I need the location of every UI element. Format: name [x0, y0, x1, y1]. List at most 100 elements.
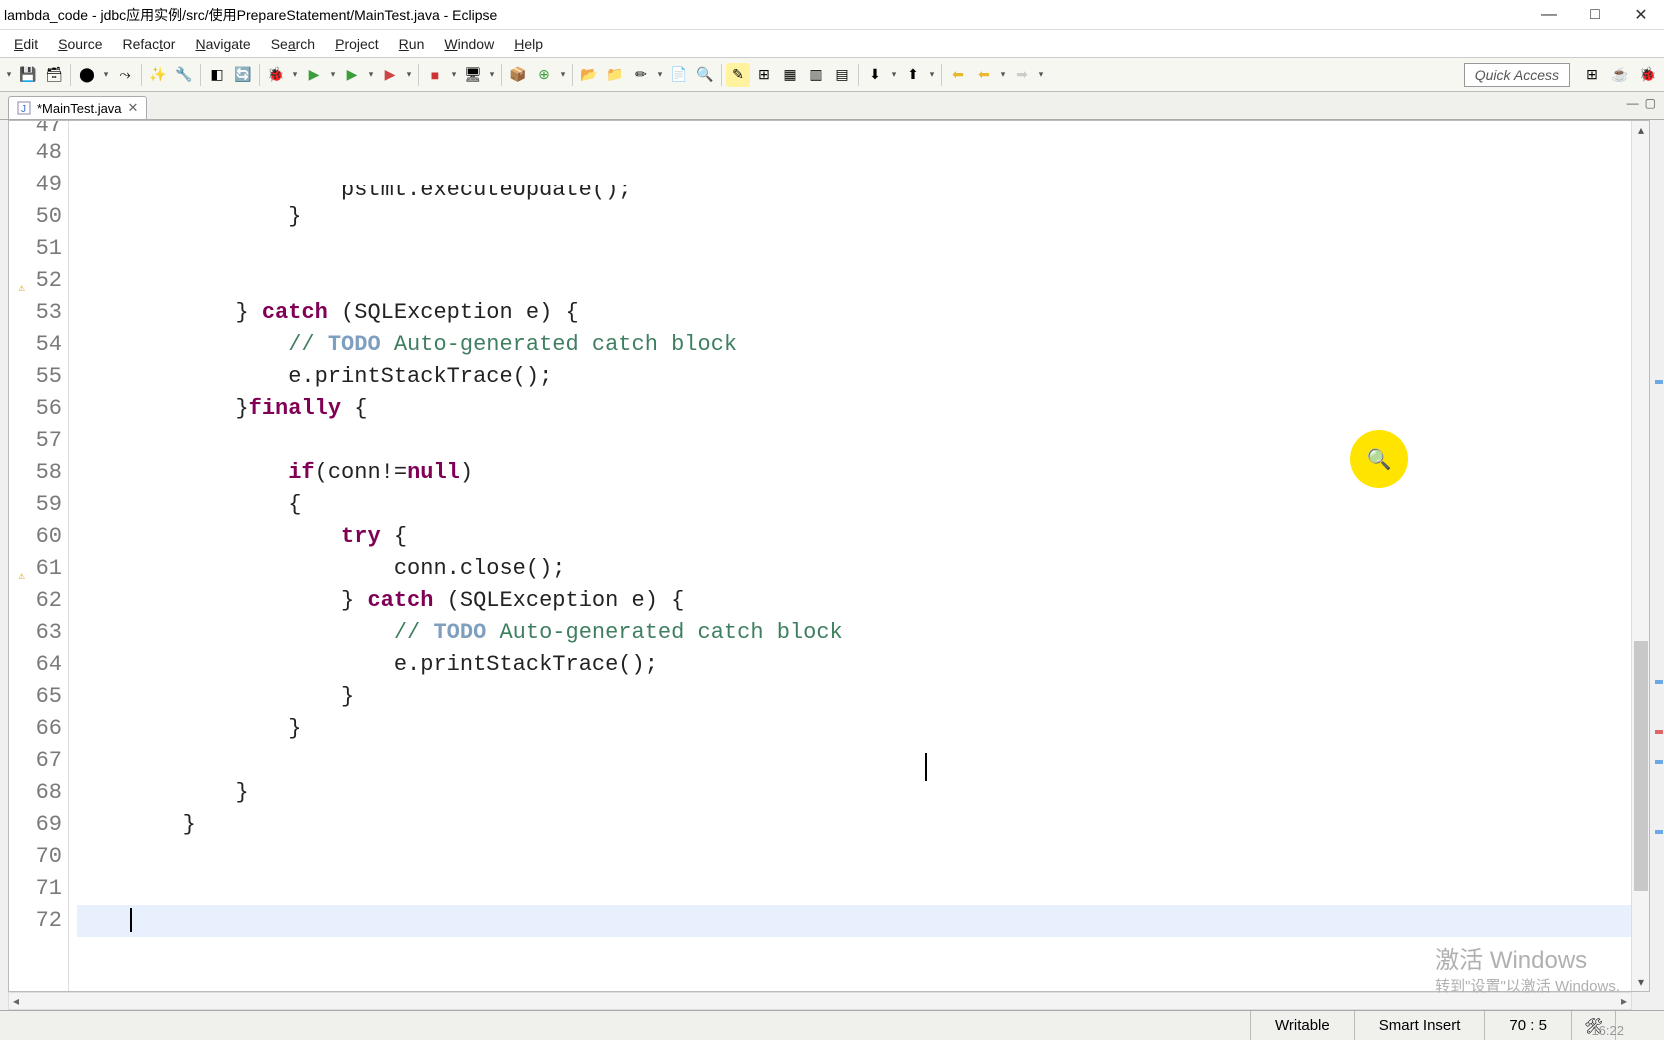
line-number[interactable]: 69: [9, 809, 68, 841]
view-icon[interactable]: ▥: [804, 63, 828, 87]
warning-marker-icon[interactable]: ⚠: [11, 273, 25, 287]
toolbar-dropdown-icon[interactable]: ▾: [487, 69, 497, 80]
code-line[interactable]: } catch (SQLException e) {: [77, 585, 1631, 617]
code-line[interactable]: // TODO Auto-generated catch block: [77, 617, 1631, 649]
highlight-icon[interactable]: ✎: [726, 63, 750, 87]
menu-source[interactable]: Source: [48, 32, 112, 56]
code-line[interactable]: [77, 233, 1631, 265]
toolbar-dropdown-icon[interactable]: ▾: [328, 69, 338, 80]
toolbar-dropdown-icon[interactable]: ▾: [927, 69, 937, 80]
menu-run[interactable]: Run: [389, 32, 435, 56]
line-number[interactable]: 60: [9, 521, 68, 553]
line-number[interactable]: 48: [9, 137, 68, 169]
minimize-button[interactable]: —: [1526, 0, 1572, 30]
line-number[interactable]: 63: [9, 617, 68, 649]
refresh-icon[interactable]: 🔄: [231, 63, 255, 87]
wand-icon[interactable]: ✨: [146, 63, 170, 87]
wand-icon[interactable]: ✏: [629, 63, 653, 87]
open-type-icon[interactable]: 📂: [577, 63, 601, 87]
code-line[interactable]: {: [77, 489, 1631, 521]
line-number[interactable]: 66: [9, 713, 68, 745]
new-package-icon[interactable]: 📦: [506, 63, 530, 87]
line-number[interactable]: 57: [9, 425, 68, 457]
search-icon[interactable]: 🔍: [693, 63, 717, 87]
code-line[interactable]: [77, 841, 1631, 873]
line-number[interactable]: 67: [9, 745, 68, 777]
forward-icon[interactable]: ➡: [1010, 63, 1034, 87]
horizontal-scrollbar[interactable]: ◂ ▸: [8, 992, 1632, 1010]
line-number[interactable]: 61⚠: [9, 553, 68, 585]
code-line[interactable]: pstmt.executeUpdate();: [77, 185, 1631, 201]
menu-help[interactable]: Help: [504, 32, 553, 56]
line-number[interactable]: 53: [9, 297, 68, 329]
line-number[interactable]: 68: [9, 777, 68, 809]
java-perspective-icon[interactable]: ☕: [1608, 63, 1632, 87]
save-all-icon[interactable]: 🗃: [42, 63, 66, 87]
code-line[interactable]: [77, 873, 1631, 905]
line-number[interactable]: 50: [9, 201, 68, 233]
code-line[interactable]: [77, 745, 1631, 777]
menu-window[interactable]: Window: [434, 32, 504, 56]
maximize-view-icon[interactable]: ▢: [1645, 96, 1656, 110]
line-number[interactable]: 62: [9, 585, 68, 617]
toolbar-dropdown-icon[interactable]: ▾: [889, 69, 899, 80]
server-icon[interactable]: 🖥: [461, 63, 485, 87]
build-icon[interactable]: 🔧: [172, 63, 196, 87]
line-number[interactable]: 65: [9, 681, 68, 713]
breakpoint-icon[interactable]: ⬤: [75, 63, 99, 87]
line-number[interactable]: 64: [9, 649, 68, 681]
menu-navigate[interactable]: Navigate: [185, 32, 260, 56]
code-line[interactable]: }finally {: [77, 393, 1631, 425]
line-number[interactable]: 55: [9, 361, 68, 393]
toolbar-dropdown-icon[interactable]: ▾: [101, 69, 111, 80]
toolbar-dropdown-icon[interactable]: ▾: [366, 69, 376, 80]
code-line[interactable]: [77, 937, 1631, 969]
warning-marker-icon[interactable]: ⚠: [11, 561, 25, 575]
outline-icon[interactable]: ⊞: [752, 63, 776, 87]
layout-icon[interactable]: ▤: [830, 63, 854, 87]
debug-perspective-icon[interactable]: 🐞: [1636, 63, 1660, 87]
overview-mark[interactable]: [1655, 680, 1663, 684]
line-number-gutter[interactable]: 474849505152⚠535455565758596061⚠62636465…: [9, 121, 69, 991]
save-icon[interactable]: 💾: [16, 63, 40, 87]
folder-icon[interactable]: 📄: [667, 63, 691, 87]
editor-tab-maintest[interactable]: J *MainTest.java ✕: [8, 96, 147, 119]
stop-icon[interactable]: ■: [423, 63, 447, 87]
editor-icon[interactable]: ▦: [778, 63, 802, 87]
code-line[interactable]: e.printStackTrace();: [77, 649, 1631, 681]
line-number[interactable]: 56: [9, 393, 68, 425]
line-number[interactable]: 54: [9, 329, 68, 361]
toolbar-dropdown-icon[interactable]: ▾: [998, 69, 1008, 80]
close-button[interactable]: ✕: [1618, 0, 1664, 30]
code-line[interactable]: }: [77, 777, 1631, 809]
toolbar-dropdown-icon[interactable]: ▾: [449, 69, 459, 80]
toggle-icon[interactable]: ◧: [205, 63, 229, 87]
scrollbar-thumb[interactable]: [1634, 641, 1648, 891]
line-number[interactable]: 59: [9, 489, 68, 521]
overview-mark[interactable]: [1655, 730, 1663, 734]
code-line[interactable]: // TODO Auto-generated catch block: [77, 329, 1631, 361]
code-editor[interactable]: 474849505152⚠535455565758596061⚠62636465…: [8, 120, 1650, 992]
toolbar-dropdown-icon[interactable]: ▾: [558, 69, 568, 80]
overview-mark[interactable]: [1655, 760, 1663, 764]
scroll-down-icon[interactable]: ▾: [1632, 973, 1650, 991]
scroll-up-icon[interactable]: ▴: [1632, 121, 1650, 139]
maximize-button[interactable]: □: [1572, 0, 1618, 30]
code-line[interactable]: try {: [77, 521, 1631, 553]
code-line[interactable]: }: [77, 681, 1631, 713]
back-icon[interactable]: ⬅: [946, 63, 970, 87]
code-line[interactable]: e.printStackTrace();: [77, 361, 1631, 393]
line-number[interactable]: 49: [9, 169, 68, 201]
toolbar-dropdown-icon[interactable]: ▾: [290, 69, 300, 80]
code-line[interactable]: }: [77, 809, 1631, 841]
line-number[interactable]: 71: [9, 873, 68, 905]
overview-mark[interactable]: [1655, 380, 1663, 384]
code-line[interactable]: }: [77, 713, 1631, 745]
line-number[interactable]: 47: [9, 121, 68, 137]
line-number[interactable]: 52⚠: [9, 265, 68, 297]
line-number[interactable]: 70: [9, 841, 68, 873]
menu-refactor[interactable]: Refactor: [113, 32, 186, 56]
line-number[interactable]: 58: [9, 457, 68, 489]
code-line[interactable]: } catch (SQLException e) {: [77, 297, 1631, 329]
scroll-left-icon[interactable]: ◂: [13, 994, 19, 1008]
